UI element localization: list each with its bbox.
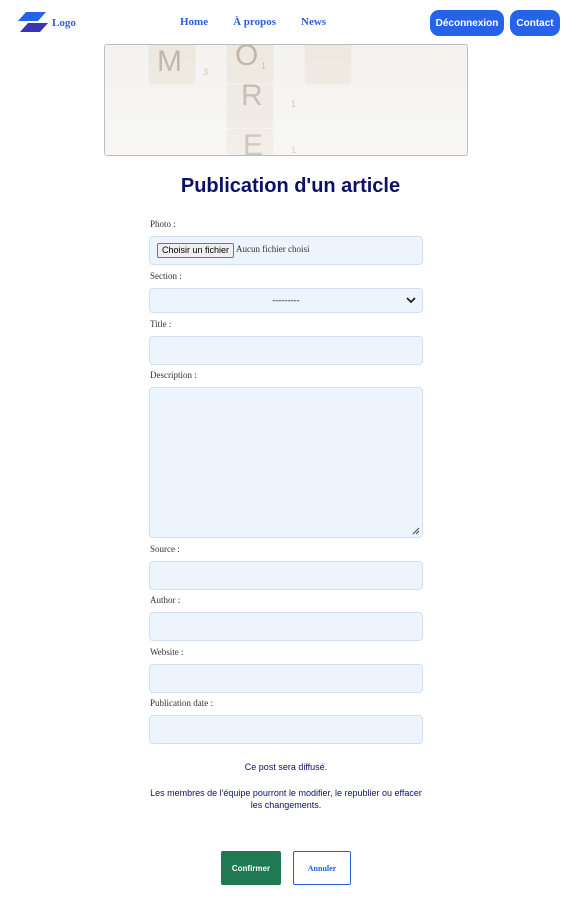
photo-file-input[interactable]: Choisir un fichier Aucun fichier choisi xyxy=(149,236,423,265)
website-input[interactable] xyxy=(149,664,423,693)
source-label: Source : xyxy=(150,544,180,554)
nav-link-news[interactable]: News xyxy=(301,16,326,28)
choose-file-button[interactable]: Choisir un fichier xyxy=(157,243,235,258)
hero-overlay xyxy=(105,45,467,155)
logo-icon xyxy=(18,12,48,32)
nav-links: Home À propos News xyxy=(180,16,351,28)
chevron-down-icon xyxy=(406,297,416,304)
publication-date-label: Publication date : xyxy=(150,698,213,708)
author-label: Author : xyxy=(150,595,181,605)
logout-button[interactable]: Déconnexion xyxy=(430,10,504,36)
photo-label: Photo : xyxy=(150,219,176,229)
title-label: Title : xyxy=(150,319,172,329)
confirm-button[interactable]: Confirmer xyxy=(221,851,281,885)
description-label: Description : xyxy=(150,370,197,380)
nav-link-home[interactable]: Home xyxy=(180,16,208,28)
section-selected-value: --------- xyxy=(272,295,300,305)
file-status: Aucun fichier choisi xyxy=(236,244,310,254)
author-input[interactable] xyxy=(149,612,423,641)
section-label: Section : xyxy=(150,271,182,281)
hero-image: M O R E 3 1 1 1 xyxy=(104,44,468,156)
resize-handle-icon[interactable] xyxy=(412,527,420,535)
contact-button[interactable]: Contact xyxy=(510,10,560,36)
broadcast-note: Ce post sera diffusé. xyxy=(244,762,328,772)
nav-link-about[interactable]: À propos xyxy=(233,16,276,28)
website-label: Website : xyxy=(150,647,184,657)
title-input[interactable] xyxy=(149,336,423,365)
cancel-button[interactable]: Annuler xyxy=(293,851,351,885)
source-input[interactable] xyxy=(149,561,423,590)
publication-date-input[interactable] xyxy=(149,715,423,744)
logo-text: Logo xyxy=(52,16,76,29)
page-title: Publication d'un article xyxy=(180,175,401,197)
top-navbar: Logo Home À propos News Déconnexion Cont… xyxy=(0,0,581,45)
logo[interactable]: Logo xyxy=(18,12,76,33)
section-select[interactable]: --------- xyxy=(149,288,423,313)
team-info-note: Les membres de l'équipe pourront le modi… xyxy=(150,788,422,810)
description-textarea[interactable] xyxy=(149,387,423,538)
